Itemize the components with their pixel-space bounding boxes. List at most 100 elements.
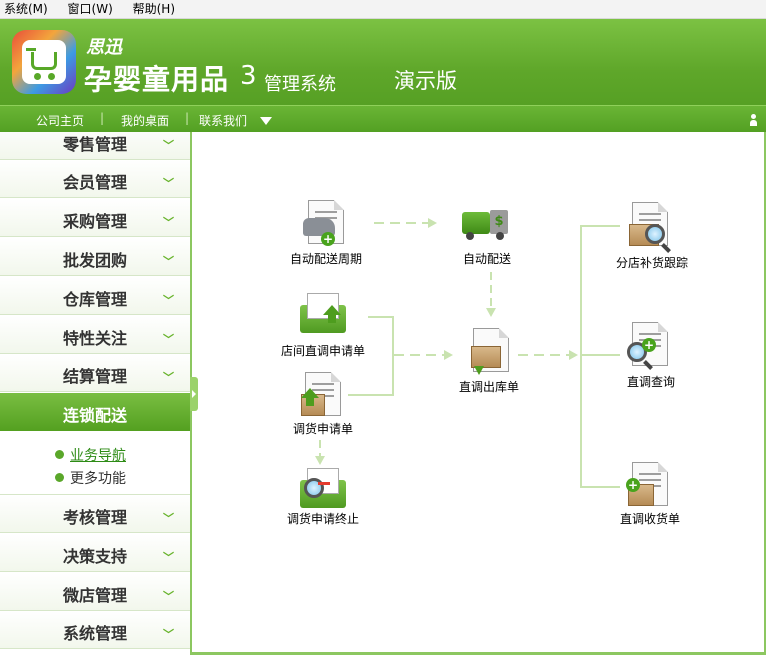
brand-subtitle: 管理系统 xyxy=(264,74,336,95)
truck-icon xyxy=(462,212,490,234)
node-label: 调货申请终止 xyxy=(286,512,359,526)
flow-arrowhead xyxy=(486,308,496,317)
node-transfer-outbound[interactable]: 直调出库单 xyxy=(444,328,534,396)
sidebar-item-assessment[interactable]: 考核管理 ﹀ xyxy=(0,495,190,533)
upload-arrow-icon xyxy=(323,305,341,315)
node-label: 直调出库单 xyxy=(458,380,519,394)
flow-connector xyxy=(394,354,446,356)
sidebar-item-label: 考核管理 xyxy=(63,508,128,527)
brand-company: 思迅 xyxy=(86,37,122,58)
demo-badge: 演示版 xyxy=(394,69,457,93)
subitem-label: 更多功能 xyxy=(70,471,126,487)
sidebar-item-chain-delivery[interactable]: 连锁配送 xyxy=(0,393,190,431)
chevron-down-icon: ﹀ xyxy=(163,551,174,564)
shopping-cart-icon xyxy=(31,52,57,70)
menu-system[interactable]: 系统(M) xyxy=(4,0,48,18)
flow-connector xyxy=(580,225,582,487)
sidebar-item-warehouse[interactable]: 仓库管理 ﹀ xyxy=(0,277,190,315)
nav-separator: | xyxy=(100,111,105,125)
upload-arrow-icon xyxy=(301,388,319,398)
top-nav: 公司主页 | 我的桌面 | 联系我们 xyxy=(0,105,766,132)
chevron-down-icon: ﹀ xyxy=(163,512,174,525)
magnifier-icon xyxy=(645,224,665,244)
flow-connector xyxy=(490,272,492,310)
sidebar-item-system[interactable]: 系统管理 ﹀ xyxy=(0,611,190,649)
minus-icon xyxy=(318,482,330,485)
node-branch-replenish-tracking[interactable]: 分店补货跟踪 xyxy=(607,202,697,272)
node-auto-delivery-cycle[interactable]: + 自动配送周期 xyxy=(281,198,371,268)
node-label: 自动配送 xyxy=(462,252,511,266)
node-transfer-query[interactable]: + 直调查询 xyxy=(606,322,696,390)
sidebar-item-label: 会员管理 xyxy=(63,173,128,192)
subitem-label: 业务导航 xyxy=(70,448,126,464)
sidebar-item-label: 零售管理 xyxy=(63,135,128,154)
chevron-down-icon: ﹀ xyxy=(163,255,174,268)
nav-separator: | xyxy=(185,111,190,125)
sidebar-item-decision[interactable]: 决策支持 ﹀ xyxy=(0,534,190,572)
node-label: 调货申请单 xyxy=(292,422,353,436)
plus-icon: + xyxy=(626,478,640,492)
app-header: 思迅 孕婴童用品 3 管理系统 演示版 xyxy=(0,19,766,105)
node-label: 直调查询 xyxy=(626,375,675,389)
chevron-down-icon: ﹀ xyxy=(163,177,174,190)
flow-arrowhead xyxy=(569,350,578,360)
bullet-icon xyxy=(55,473,64,482)
subitem-more-functions[interactable]: 更多功能 xyxy=(55,468,126,488)
sidebar-item-label: 仓库管理 xyxy=(63,290,128,309)
nav-contact-us[interactable]: 联系我们 xyxy=(199,112,247,129)
flow-connector xyxy=(374,222,430,224)
sidebar-subpanel: 业务导航 更多功能 xyxy=(0,431,190,495)
node-goods-request-stop[interactable]: 调货申请终止 xyxy=(278,466,368,530)
node-transfer-receiving[interactable]: + 直调收货单 xyxy=(605,462,695,528)
node-label: 自动配送周期 xyxy=(289,252,362,266)
chevron-down-icon: ﹀ xyxy=(163,371,174,384)
menu-window[interactable]: 窗口(W) xyxy=(68,0,113,18)
brand-product: 孕婴童用品 xyxy=(84,63,230,96)
sidebar-item-label: 系统管理 xyxy=(63,624,128,643)
node-label: 直调收货单 xyxy=(619,512,680,526)
nav-my-desktop[interactable]: 我的桌面 xyxy=(121,112,169,129)
sidebar-item-label: 批发团购 xyxy=(63,251,128,270)
nav-company-home[interactable]: 公司主页 xyxy=(36,112,84,129)
sidebar-item-label: 特性关注 xyxy=(63,329,128,348)
sidebar-item-attention[interactable]: 特性关注 ﹀ xyxy=(0,316,190,354)
sidebar-item-label: 连锁配送 xyxy=(63,406,128,425)
sidebar-item-member[interactable]: 会员管理 ﹀ xyxy=(0,160,190,198)
package-icon xyxy=(471,346,501,368)
node-goods-request[interactable]: 调货申请单 xyxy=(278,372,368,436)
sidebar-item-wholesale[interactable]: 批发团购 ﹀ xyxy=(0,238,190,276)
node-label: 分店补货跟踪 xyxy=(615,256,688,270)
user-icon[interactable] xyxy=(750,114,757,126)
sidebar-item-retail[interactable]: 零售管理 ﹀ xyxy=(0,132,190,160)
chevron-down-icon: ﹀ xyxy=(163,294,174,307)
bullet-icon xyxy=(55,450,64,459)
node-store-transfer-request[interactable]: 店间直调申请单 xyxy=(278,291,368,359)
sidebar-item-purchase[interactable]: 采购管理 ﹀ xyxy=(0,199,190,237)
subitem-business-guide[interactable]: 业务导航 xyxy=(55,445,126,465)
node-auto-delivery[interactable]: $ 自动配送 xyxy=(442,198,532,268)
dollar-icon: $ xyxy=(490,210,508,234)
sidebar-item-settlement[interactable]: 结算管理 ﹀ xyxy=(0,354,190,392)
node-label: 店间直调申请单 xyxy=(280,344,365,358)
menu-bar: 系统(M) 窗口(W) 帮助(H) xyxy=(0,0,766,19)
sidebar-item-label: 结算管理 xyxy=(63,367,128,386)
plus-icon: + xyxy=(642,338,656,352)
chevron-down-icon: ﹀ xyxy=(163,590,174,603)
sidebar: 零售管理 ﹀ 会员管理 ﹀ 采购管理 ﹀ 批发团购 ﹀ 仓库管理 ﹀ 特性关注 … xyxy=(0,132,190,655)
chevron-down-icon: ﹀ xyxy=(163,216,174,229)
sidebar-item-label: 采购管理 xyxy=(63,212,128,231)
sidebar-item-label: 微店管理 xyxy=(63,586,128,605)
flow-arrowhead xyxy=(428,218,437,228)
dropdown-arrow-icon[interactable] xyxy=(260,117,272,125)
chevron-down-icon: ﹀ xyxy=(163,139,174,152)
collapse-sidebar-handle[interactable] xyxy=(190,377,198,411)
sidebar-item-microstore[interactable]: 微店管理 ﹀ xyxy=(0,573,190,611)
sidebar-item-label: 决策支持 xyxy=(63,547,128,566)
app-logo xyxy=(12,30,76,94)
chevron-down-icon: ﹀ xyxy=(163,628,174,641)
chevron-down-icon: ﹀ xyxy=(163,333,174,346)
magnifier-icon xyxy=(304,478,324,498)
download-arrow-icon xyxy=(474,366,484,375)
plus-icon: + xyxy=(321,232,335,246)
menu-help[interactable]: 帮助(H) xyxy=(133,0,175,18)
